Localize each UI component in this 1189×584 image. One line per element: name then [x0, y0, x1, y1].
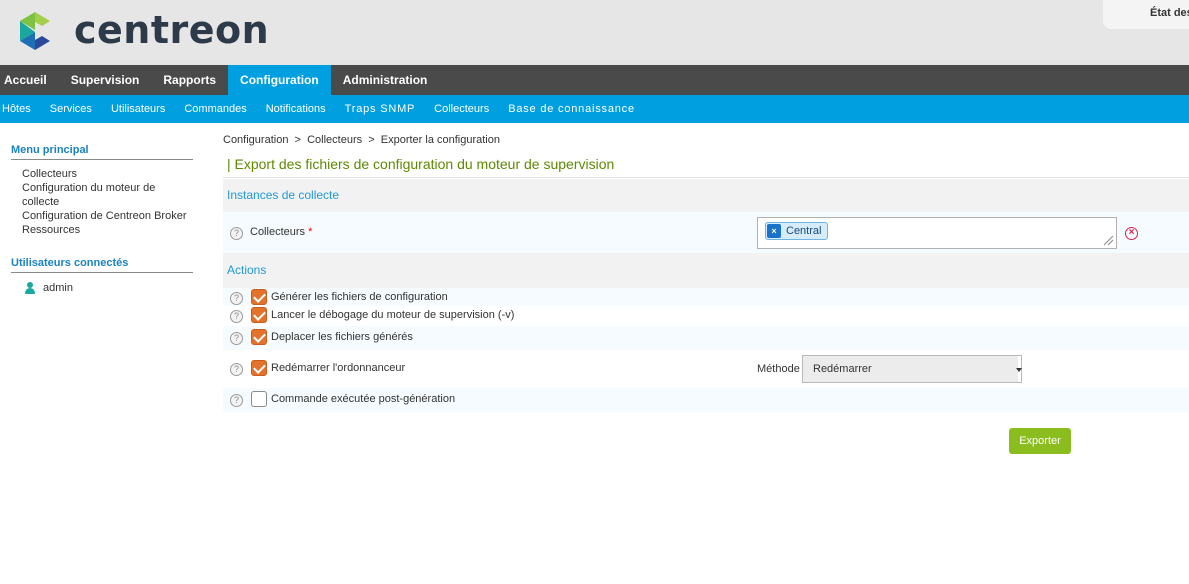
- post-command-label: Commande exécutée post-génération: [271, 393, 456, 405]
- help-icon[interactable]: ?: [230, 332, 243, 345]
- selected-tag: × Central: [765, 222, 829, 240]
- help-icon[interactable]: ?: [230, 227, 243, 240]
- generate-files-checkbox[interactable]: [251, 289, 267, 305]
- sub-nav: Hôtes Services Utilisateurs Commandes No…: [0, 95, 1189, 123]
- sub-nav-utilisateurs[interactable]: Utilisateurs: [101, 95, 174, 123]
- export-button[interactable]: Exporter: [1009, 428, 1071, 454]
- clear-selection-icon[interactable]: ×: [1125, 227, 1138, 240]
- status-panel[interactable]: État des: [1103, 0, 1189, 29]
- sub-nav-traps-snmp[interactable]: Traps SNMP: [335, 95, 425, 123]
- help-icon[interactable]: ?: [230, 292, 243, 305]
- page-title: | Export des fichiers de configuration d…: [223, 152, 1189, 178]
- collecteurs-label: Collecteurs *: [250, 226, 312, 238]
- move-files-label: Deplacer les fichiers générés: [271, 331, 413, 343]
- user-icon: [25, 282, 35, 294]
- sub-nav-commandes[interactable]: Commandes: [175, 95, 256, 123]
- help-icon[interactable]: ?: [230, 310, 243, 323]
- method-label: Méthode: [757, 363, 800, 375]
- breadcrumb: Configuration > Collecteurs > Exporter l…: [223, 134, 500, 146]
- collecteurs-select[interactable]: × Central: [757, 217, 1117, 249]
- restart-scheduler-checkbox[interactable]: [251, 360, 267, 376]
- help-icon[interactable]: ?: [230, 363, 243, 376]
- debug-engine-checkbox[interactable]: [251, 307, 267, 323]
- status-label: État des: [1150, 7, 1189, 19]
- collecteurs-label-text: Collecteurs: [250, 226, 306, 238]
- remove-tag-icon[interactable]: ×: [767, 224, 781, 238]
- instances-section-header: Instances de collecte: [223, 179, 1189, 212]
- main-nav-administration[interactable]: Administration: [331, 65, 440, 95]
- sub-nav-services[interactable]: Services: [40, 95, 101, 123]
- main-nav-configuration[interactable]: Configuration: [228, 65, 331, 95]
- main-nav-accueil[interactable]: Accueil: [0, 65, 59, 95]
- sidebar-item-ressources[interactable]: Ressources: [22, 223, 193, 237]
- sidebar-item-collecteurs[interactable]: Collecteurs: [22, 167, 193, 181]
- actions-section-header: Actions: [223, 253, 1189, 288]
- main-nav: Accueil Supervision Rapports Configurati…: [0, 65, 1189, 95]
- help-icon[interactable]: ?: [230, 394, 243, 407]
- main-nav-supervision[interactable]: Supervision: [59, 65, 152, 95]
- required-mark: *: [308, 226, 313, 238]
- sidebar-users-title: Utilisateurs connectés: [11, 257, 193, 273]
- sub-nav-notifications[interactable]: Notifications: [256, 95, 335, 123]
- resize-handle-icon[interactable]: [1103, 235, 1114, 246]
- header: centreon État des: [0, 0, 1189, 65]
- connected-user: admin: [11, 273, 193, 294]
- sub-nav-base-de-connaissance[interactable]: Base de connaissance: [499, 95, 645, 123]
- sidebar-menu-title: Menu principal: [11, 144, 193, 160]
- generate-files-label: Générer les fichiers de configuration: [271, 291, 448, 303]
- sidebar-item-moteur-collecte[interactable]: Configuration du moteur de collecte: [22, 181, 193, 209]
- restart-scheduler-label: Redémarrer l'ordonnanceur: [271, 362, 406, 374]
- centreon-logo-icon: [20, 12, 50, 50]
- sidebar-menu-list: Collecteurs Configuration du moteur de c…: [11, 160, 193, 237]
- connected-user-name: admin: [43, 282, 73, 294]
- sub-nav-hotes[interactable]: Hôtes: [0, 95, 40, 123]
- brand-name: centreon: [74, 8, 270, 52]
- sidebar-item-centreon-broker[interactable]: Configuration de Centreon Broker: [22, 209, 193, 223]
- move-files-checkbox[interactable]: [251, 329, 267, 345]
- sidebar: Menu principal Collecteurs Configuration…: [11, 138, 193, 294]
- method-select-value: Redémarrer: [813, 363, 872, 375]
- post-command-checkbox[interactable]: [251, 391, 267, 407]
- debug-engine-label: Lancer le débogage du moteur de supervis…: [271, 309, 515, 321]
- selected-tag-label: Central: [786, 225, 822, 237]
- sub-nav-collecteurs[interactable]: Collecteurs: [425, 95, 499, 123]
- main-nav-rapports[interactable]: Rapports: [151, 65, 228, 95]
- chevron-down-icon: [1016, 356, 1022, 382]
- method-select[interactable]: Redémarrer: [802, 355, 1022, 383]
